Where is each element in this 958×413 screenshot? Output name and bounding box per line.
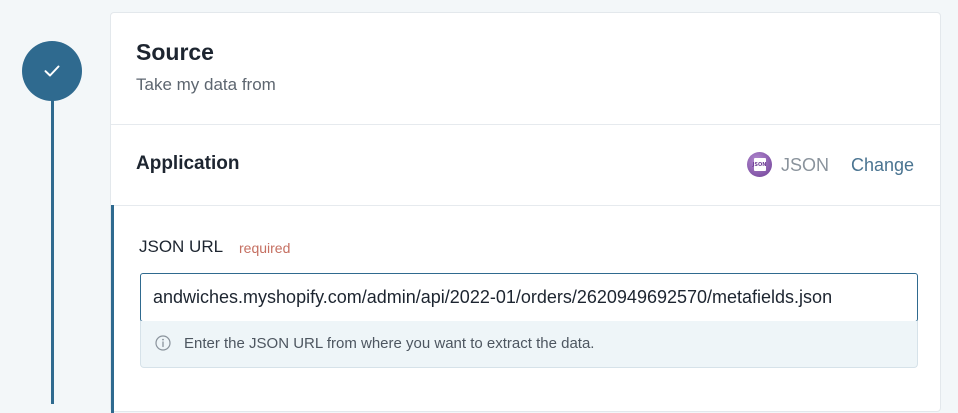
- application-row: Application JSON JSON Change: [111, 125, 940, 206]
- source-card: Source Take my data from Application JSO…: [110, 12, 941, 413]
- json-file-icon: JSON: [747, 152, 772, 177]
- hint-text: Enter the JSON URL from where you want t…: [184, 335, 595, 352]
- application-label: Application: [136, 153, 240, 174]
- json-url-label: JSON URL: [139, 237, 224, 256]
- card-header: Source Take my data from: [111, 13, 940, 125]
- json-url-input[interactable]: [140, 273, 918, 322]
- info-icon: [155, 335, 171, 351]
- change-application-link[interactable]: Change: [851, 155, 914, 176]
- section-title: Source: [136, 39, 214, 65]
- required-indicator: required: [239, 240, 291, 256]
- json-icon-glyph: JSON: [753, 158, 766, 171]
- step-complete-indicator: [22, 41, 82, 101]
- application-name: JSON: [781, 155, 830, 175]
- section-subtitle: Take my data from: [136, 75, 276, 94]
- json-url-field-section: JSON URL required Enter the JSON URL fro…: [111, 205, 940, 413]
- stepper-line: [51, 98, 54, 404]
- checkmark-icon: [44, 65, 60, 77]
- field-hint: Enter the JSON URL from where you want t…: [140, 321, 918, 368]
